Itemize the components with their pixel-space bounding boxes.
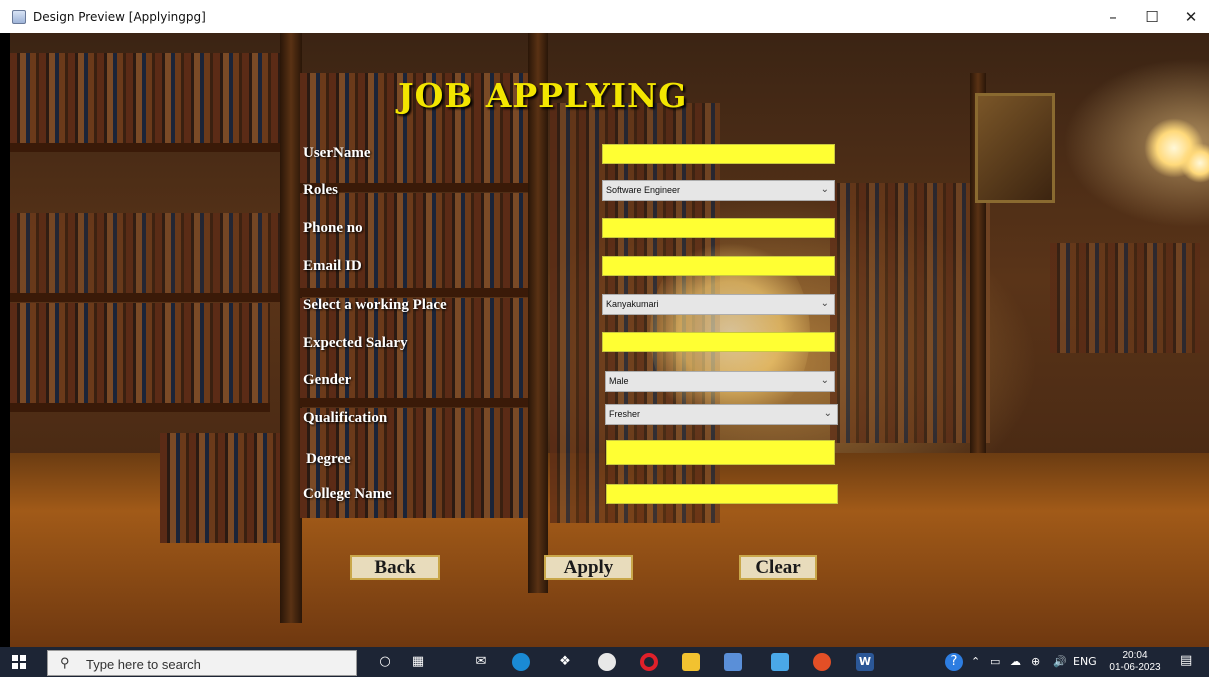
roles-selected-value: Software Engineer [606,185,681,195]
page-heading: JOB APPLYING [398,76,688,115]
battery-icon[interactable]: ▭ [990,655,1000,668]
java-app-icon [12,10,26,24]
clock-date: 01-06-2023 [1109,662,1161,673]
chevron-down-icon: ⌄ [820,184,829,195]
qualification-dropdown[interactable]: Fresher ⌄ [605,404,838,425]
help-icon[interactable]: ? [945,653,963,671]
taskbar-clock[interactable]: 20:04 01-06-2023 [1108,650,1162,674]
roles-label: Roles [303,182,338,198]
window-title-bar: Design Preview [Applyingpg] – ☐ ✕ [0,0,1209,33]
gender-dropdown[interactable]: Male ⌄ [605,371,835,392]
expected-salary-input[interactable] [602,332,835,352]
chrome-browser-icon[interactable] [813,653,831,671]
working-place-dropdown[interactable]: Kanyakumari ⌄ [602,294,835,315]
gender-selected-value: Male [609,376,629,386]
cortana-icon[interactable]: ○ [376,653,394,671]
word-icon[interactable]: W [856,653,874,671]
mail-icon[interactable]: ✉ [472,653,490,671]
working-place-selected-value: Kanyakumari [606,299,659,309]
ide-icon[interactable] [724,653,742,671]
phone-input[interactable] [602,218,835,238]
opera-browser-icon[interactable] [640,653,658,671]
degree-input[interactable] [606,440,835,465]
maximize-button[interactable]: ☐ [1137,6,1167,28]
phone-label: Phone no [303,220,363,236]
virtualbox-icon[interactable] [771,653,789,671]
dropbox-icon[interactable]: ❖ [556,653,574,671]
search-placeholder: Type here to search [86,657,201,672]
windows-start-icon[interactable] [12,655,26,669]
clock-time: 20:04 [1122,650,1148,661]
chevron-up-icon[interactable]: ⌃ [971,655,980,668]
taskbar: ⚲ Type here to search ○ ▦ ✉ ❖ W ? ⌃ ▭ ☁ … [0,647,1209,677]
file-explorer-icon[interactable] [682,653,700,671]
roles-dropdown[interactable]: Software Engineer ⌄ [602,180,835,201]
chevron-down-icon: ⌄ [820,375,829,386]
language-indicator[interactable]: ENG [1073,655,1097,668]
email-input[interactable] [602,256,835,276]
edge-browser-icon[interactable] [512,653,530,671]
username-label: UserName [303,145,371,161]
clear-button[interactable]: Clear [739,555,817,580]
gender-label: Gender [303,372,352,388]
back-button[interactable]: Back [350,555,440,580]
qualification-selected-value: Fresher [609,409,641,419]
email-label: Email ID [303,258,362,274]
degree-label: Degree [306,451,351,467]
network-icon[interactable]: ⊕ [1031,655,1040,668]
qualification-label: Qualification [303,410,388,426]
chevron-down-icon: ⌄ [820,298,829,309]
window-title: Design Preview [Applyingpg] [33,10,206,24]
speaker-icon[interactable]: 🔊 [1053,655,1067,668]
search-icon: ⚲ [60,655,70,670]
college-name-label: College Name [303,486,392,502]
expected-salary-label: Expected Salary [303,335,408,351]
taskbar-search-box[interactable]: ⚲ Type here to search [47,650,357,676]
app-icon[interactable] [598,653,616,671]
working-place-label: Select a working Place [303,297,447,313]
notification-icon[interactable]: ▤ [1180,653,1192,668]
college-name-input[interactable] [606,484,838,504]
chevron-down-icon: ⌄ [823,408,832,419]
task-view-icon[interactable]: ▦ [409,653,427,671]
apply-button[interactable]: Apply [544,555,633,580]
minimize-button[interactable]: – [1098,6,1128,28]
username-input[interactable] [602,144,835,164]
close-button[interactable]: ✕ [1176,6,1206,28]
onedrive-icon[interactable]: ☁ [1010,655,1021,668]
